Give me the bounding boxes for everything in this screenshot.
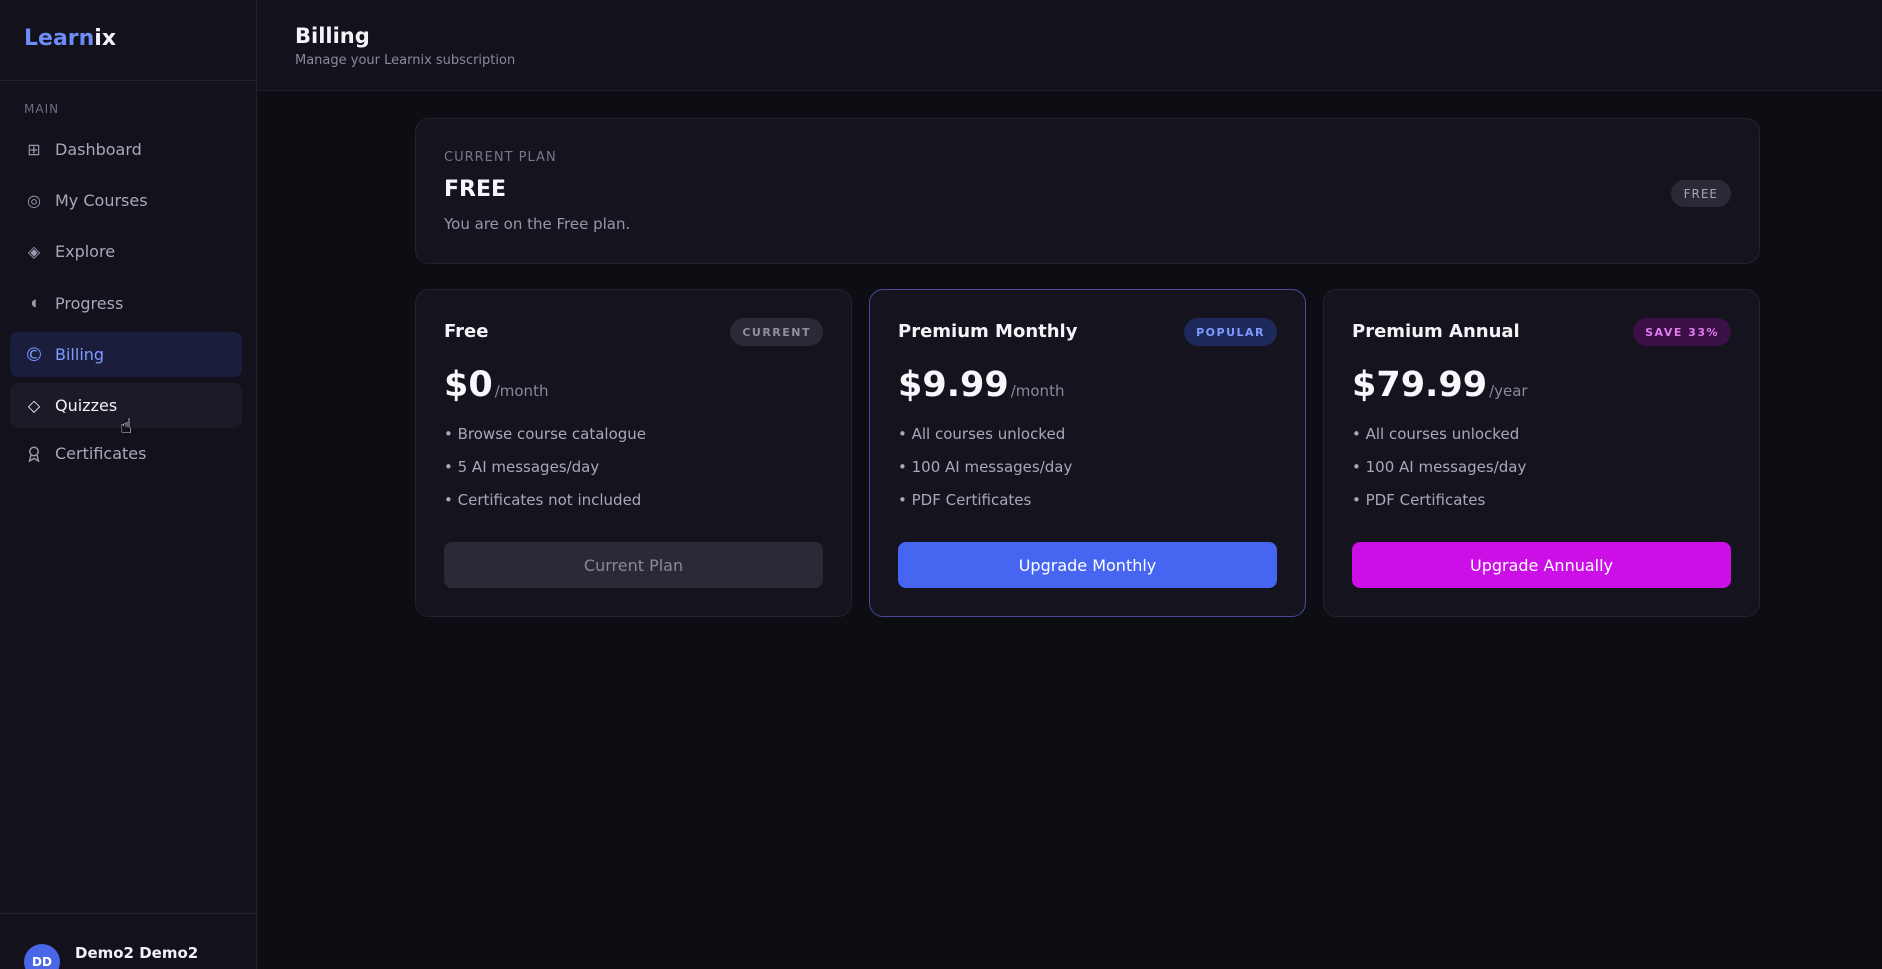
diamond-outline-icon: ◇ [27,396,41,415]
award-icon [24,446,44,462]
grid-icon: ⊞ [27,140,41,159]
plan-badge-save: SAVE 33% [1633,318,1731,346]
plan-card-premium-monthly: Premium Monthly POPULAR $9.99 /month • A… [869,289,1306,617]
feature-item: • PDF Certificates [1352,491,1486,509]
feature-item: • 5 AI messages/day [444,458,600,476]
feature-item: • PDF Certificates [898,491,1032,509]
plan-badge-popular: POPULAR [1184,318,1277,346]
sidebar-item-label: My Courses [55,191,148,210]
plan-price: $79.99 /year [1352,365,1528,405]
plan-card-premium-annual: Premium Annual SAVE 33% $79.99 /year • A… [1323,289,1760,617]
sidebar-item-label: Billing [55,345,105,364]
page-title: Billing [295,24,370,48]
page-subtitle: Manage your Learnix subscription [295,53,516,68]
sidebar-item-label: Quizzes [55,396,118,415]
current-plan-label: CURRENT PLAN [444,150,557,165]
half-circle-icon: ◖ [31,298,37,309]
nav-section-label: MAIN [24,102,60,116]
sidebar-item-dashboard[interactable]: ⊞ Dashboard [10,127,242,172]
brand-logo[interactable]: Learnix [0,0,256,81]
diamond-filled-icon: ◈ [27,242,41,261]
sidebar: Learnix MAIN ⊞ Dashboard ◎ My Courses ◈ … [0,0,257,969]
brand-logo-part2: ix [94,26,117,51]
sidebar-item-label: Explore [55,242,116,261]
user-profile[interactable]: DD Demo2 Demo2 [0,913,256,969]
price-period: /month [494,382,549,400]
price-period: /year [1489,382,1528,400]
feature-list: • Browse course catalogue • 5 AI message… [444,424,646,523]
sidebar-item-my-courses[interactable]: ◎ My Courses [10,178,242,223]
sidebar-item-explore[interactable]: ◈ Explore [10,229,242,274]
page-header: Billing Manage your Learnix subscription [257,0,1882,91]
sidebar-item-label: Certificates [55,444,147,463]
copyright-icon: © [24,343,44,366]
feature-item: • Browse course catalogue [444,425,647,443]
feature-item: • Certificates not included [444,491,642,509]
plan-name: Premium Annual [1352,321,1520,342]
feature-item: • 100 AI messages/day [1352,458,1527,476]
plan-name: Free [444,321,489,342]
sidebar-item-label: Dashboard [55,140,142,159]
feature-item: • All courses unlocked [1352,425,1520,443]
sidebar-item-progress[interactable]: ◖ Progress [10,281,242,326]
feature-item: • All courses unlocked [898,425,1066,443]
sidebar-item-label: Progress [55,294,124,313]
current-plan-description: You are on the Free plan. [444,215,631,233]
price-amount: $9.99 [898,365,1009,405]
price-amount: $0 [444,365,493,405]
upgrade-annually-button[interactable]: Upgrade Annually [1352,542,1731,588]
app-root: Learnix MAIN ⊞ Dashboard ◎ My Courses ◈ … [0,0,1882,969]
plan-price: $9.99 /month [898,365,1064,405]
feature-item: • 100 AI messages/day [898,458,1073,476]
plan-badge-current: CURRENT [730,318,823,346]
brand-logo-part1: Learn [24,26,95,51]
avatar: DD [24,944,60,969]
feature-list: • All courses unlocked • 100 AI messages… [1352,424,1526,523]
plan-card-free: Free CURRENT $0 /month • Browse course c… [415,289,852,617]
target-icon: ◎ [27,191,41,210]
hand-cursor-icon: ☝ [120,414,133,438]
current-plan-badge: FREE [1670,180,1731,207]
user-name: Demo2 Demo2 [75,944,199,962]
sidebar-item-billing[interactable]: © Billing [10,332,242,377]
upgrade-monthly-button[interactable]: Upgrade Monthly [898,542,1277,588]
feature-list: • All courses unlocked • 100 AI messages… [898,424,1072,523]
current-plan-card: CURRENT PLAN FREE You are on the Free pl… [415,118,1760,264]
plan-price: $0 /month [444,365,548,405]
plan-name: Premium Monthly [898,321,1078,342]
current-plan-name: FREE [444,177,507,202]
current-plan-button[interactable]: Current Plan [444,542,823,588]
price-amount: $79.99 [1352,365,1488,405]
price-period: /month [1010,382,1065,400]
